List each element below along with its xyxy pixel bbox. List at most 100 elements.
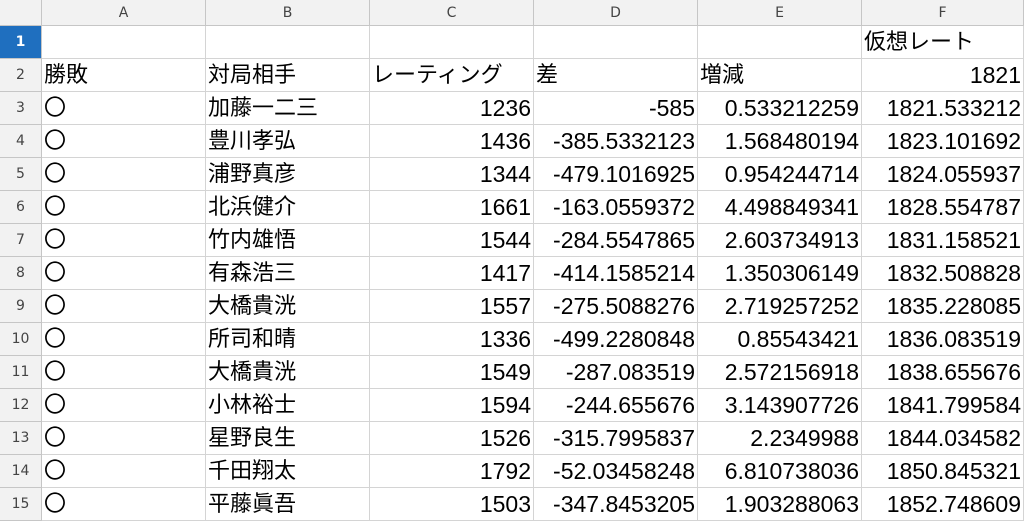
cell-f-7[interactable]: 1831.158521 (862, 224, 1024, 257)
cell-c-4[interactable]: 1436 (370, 125, 534, 158)
cell-c-6[interactable]: 1661 (370, 191, 534, 224)
cell-d-13[interactable]: -315.7995837 (534, 422, 698, 455)
cell-e-7[interactable]: 2.603734913 (698, 224, 862, 257)
cell-b-4[interactable]: 豊川孝弘 (206, 125, 370, 158)
cell-c-12[interactable]: 1594 (370, 389, 534, 422)
cell-c-2[interactable]: レーティング (370, 59, 534, 92)
row-header[interactable]: 12 (0, 389, 42, 422)
row-header[interactable]: 5 (0, 158, 42, 191)
cell-f-3[interactable]: 1821.533212 (862, 92, 1024, 125)
cell-b-6[interactable]: 北浜健介 (206, 191, 370, 224)
cell-d-12[interactable]: -244.655676 (534, 389, 698, 422)
cell-d-6[interactable]: -163.0559372 (534, 191, 698, 224)
cell-d-3[interactable]: -585 (534, 92, 698, 125)
cell-d-5[interactable]: -479.1016925 (534, 158, 698, 191)
row-header[interactable]: 13 (0, 422, 42, 455)
cell-e-5[interactable]: 0.954244714 (698, 158, 862, 191)
cell-e-14[interactable]: 6.810738036 (698, 455, 862, 488)
cell-f-9[interactable]: 1835.228085 (862, 290, 1024, 323)
cell-d-9[interactable]: -275.5088276 (534, 290, 698, 323)
cell-e-10[interactable]: 0.85543421 (698, 323, 862, 356)
cell-a-11[interactable]: 〇 (42, 356, 206, 389)
column-header-b[interactable]: B (206, 0, 370, 26)
cell-b-9[interactable]: 大橋貴洸 (206, 290, 370, 323)
cell-f-4[interactable]: 1823.101692 (862, 125, 1024, 158)
cell-e-4[interactable]: 1.568480194 (698, 125, 862, 158)
cell-a-2[interactable]: 勝敗 (42, 59, 206, 92)
select-all-corner[interactable] (0, 0, 42, 26)
cell-e-6[interactable]: 4.498849341 (698, 191, 862, 224)
column-header-a[interactable]: A (42, 0, 206, 26)
cell-f-15[interactable]: 1852.748609 (862, 488, 1024, 521)
cell-b-7[interactable]: 竹内雄悟 (206, 224, 370, 257)
row-header[interactable]: 14 (0, 455, 42, 488)
cell-b-3[interactable]: 加藤一二三 (206, 92, 370, 125)
cell-c-11[interactable]: 1549 (370, 356, 534, 389)
cell-d-8[interactable]: -414.1585214 (534, 257, 698, 290)
cell-d-15[interactable]: -347.8453205 (534, 488, 698, 521)
cell-b-2[interactable]: 対局相手 (206, 59, 370, 92)
cell-c-8[interactable]: 1417 (370, 257, 534, 290)
cell-c-1[interactable] (370, 26, 534, 59)
cell-a-4[interactable]: 〇 (42, 125, 206, 158)
cell-a-14[interactable]: 〇 (42, 455, 206, 488)
cell-e-13[interactable]: 2.2349988 (698, 422, 862, 455)
cell-a-12[interactable]: 〇 (42, 389, 206, 422)
cell-c-5[interactable]: 1344 (370, 158, 534, 191)
cell-e-2[interactable]: 増減 (698, 59, 862, 92)
cell-e-3[interactable]: 0.533212259 (698, 92, 862, 125)
cell-d-1[interactable] (534, 26, 698, 59)
column-header-f[interactable]: F (862, 0, 1024, 26)
cell-b-12[interactable]: 小林裕士 (206, 389, 370, 422)
row-header[interactable]: 10 (0, 323, 42, 356)
column-header-d[interactable]: D (534, 0, 698, 26)
cell-f-2[interactable]: 1821 (862, 59, 1024, 92)
cell-a-9[interactable]: 〇 (42, 290, 206, 323)
cell-d-7[interactable]: -284.5547865 (534, 224, 698, 257)
cell-c-10[interactable]: 1336 (370, 323, 534, 356)
row-header[interactable]: 4 (0, 125, 42, 158)
cell-a-8[interactable]: 〇 (42, 257, 206, 290)
cell-a-10[interactable]: 〇 (42, 323, 206, 356)
cell-a-6[interactable]: 〇 (42, 191, 206, 224)
cell-b-15[interactable]: 平藤眞吾 (206, 488, 370, 521)
column-header-c[interactable]: C (370, 0, 534, 26)
cell-a-13[interactable]: 〇 (42, 422, 206, 455)
row-header[interactable]: 7 (0, 224, 42, 257)
cell-c-15[interactable]: 1503 (370, 488, 534, 521)
cell-c-14[interactable]: 1792 (370, 455, 534, 488)
cell-a-3[interactable]: 〇 (42, 92, 206, 125)
row-header[interactable]: 15 (0, 488, 42, 521)
cell-c-3[interactable]: 1236 (370, 92, 534, 125)
cell-f-14[interactable]: 1850.845321 (862, 455, 1024, 488)
cell-f-5[interactable]: 1824.055937 (862, 158, 1024, 191)
cell-e-8[interactable]: 1.350306149 (698, 257, 862, 290)
cell-b-8[interactable]: 有森浩三 (206, 257, 370, 290)
cell-e-1[interactable] (698, 26, 862, 59)
cell-b-5[interactable]: 浦野真彦 (206, 158, 370, 191)
cell-d-11[interactable]: -287.083519 (534, 356, 698, 389)
cell-d-10[interactable]: -499.2280848 (534, 323, 698, 356)
cell-b-1[interactable] (206, 26, 370, 59)
row-header[interactable]: 3 (0, 92, 42, 125)
cell-a-15[interactable]: 〇 (42, 488, 206, 521)
cell-e-12[interactable]: 3.143907726 (698, 389, 862, 422)
cell-f-12[interactable]: 1841.799584 (862, 389, 1024, 422)
column-header-e[interactable]: E (698, 0, 862, 26)
cell-b-14[interactable]: 千田翔太 (206, 455, 370, 488)
cell-b-11[interactable]: 大橋貴洸 (206, 356, 370, 389)
row-header[interactable]: 9 (0, 290, 42, 323)
row-header[interactable]: 2 (0, 59, 42, 92)
row-header[interactable]: 8 (0, 257, 42, 290)
cell-a-7[interactable]: 〇 (42, 224, 206, 257)
cell-c-9[interactable]: 1557 (370, 290, 534, 323)
row-header[interactable]: 6 (0, 191, 42, 224)
cell-f-6[interactable]: 1828.554787 (862, 191, 1024, 224)
row-header[interactable]: 11 (0, 356, 42, 389)
cell-c-7[interactable]: 1544 (370, 224, 534, 257)
cell-e-9[interactable]: 2.719257252 (698, 290, 862, 323)
cell-a-1[interactable] (42, 26, 206, 59)
cell-b-13[interactable]: 星野良生 (206, 422, 370, 455)
cell-c-13[interactable]: 1526 (370, 422, 534, 455)
cell-b-10[interactable]: 所司和晴 (206, 323, 370, 356)
